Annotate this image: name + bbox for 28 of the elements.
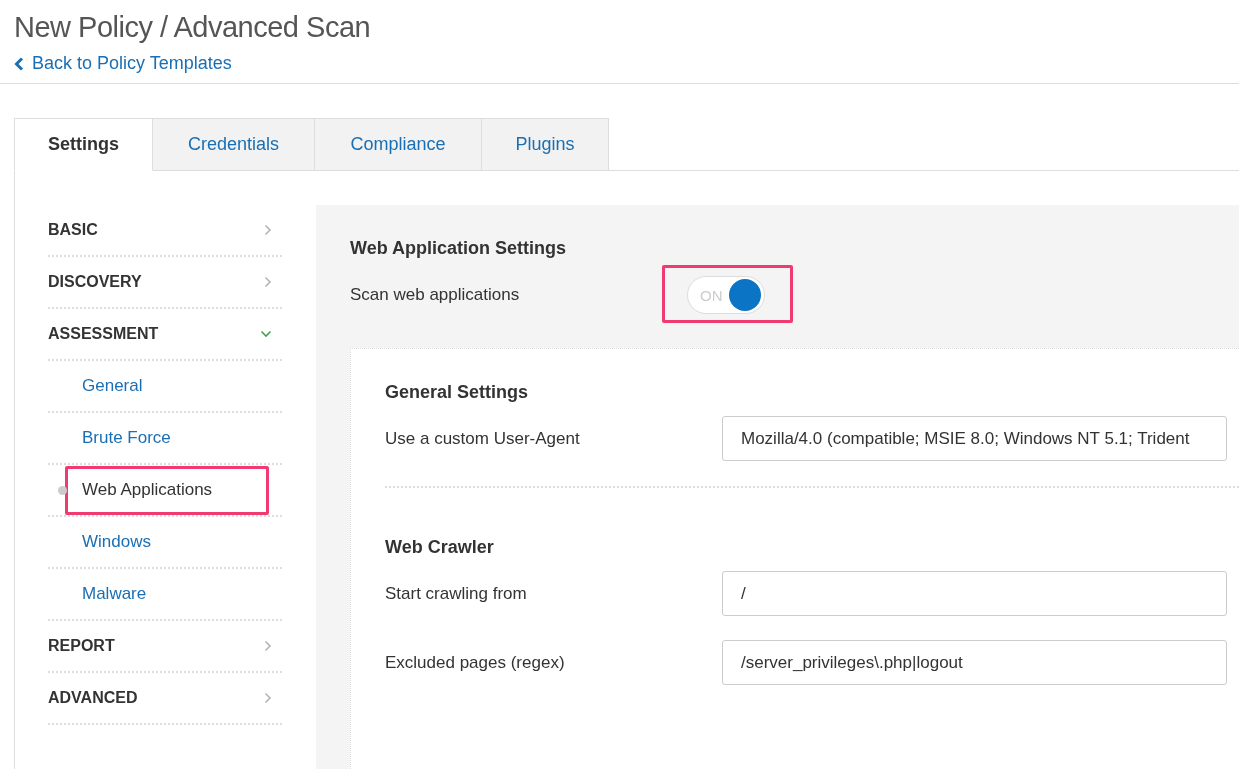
sidebar-section[interactable]: BASIC [48, 205, 282, 257]
sidebar-item[interactable]: Web Applications [65, 465, 269, 515]
tab[interactable]: Compliance [315, 118, 482, 171]
sidebar-item[interactable]: Malware [65, 569, 269, 619]
back-link[interactable]: Back to Policy Templates [14, 53, 232, 74]
sidebar-item[interactable]: Brute Force [65, 413, 269, 463]
sidebar-section[interactable]: ASSESSMENT [48, 309, 282, 361]
section-title: Web Crawler [385, 537, 495, 559]
selection-dot [58, 486, 67, 495]
input-field[interactable]: / [722, 571, 1227, 616]
field-label: Use a custom User-Agent [385, 428, 581, 449]
field-label: Excluded pages (regex) [385, 652, 566, 673]
sidebar-item[interactable]: Windows [65, 517, 269, 567]
sidebar-section[interactable]: DISCOVERY [48, 257, 282, 309]
input-field[interactable]: /server_privileges\.php|logout [722, 640, 1227, 685]
field-label: Start crawling from [385, 583, 528, 604]
sidebar-section[interactable]: REPORT [48, 621, 282, 673]
tab[interactable]: Plugins [482, 118, 609, 171]
sidebar-item[interactable]: General [65, 361, 269, 411]
input-field[interactable]: Mozilla/4.0 (compatible; MSIE 8.0; Windows NT 5.1; Trident [722, 416, 1227, 461]
section-title: General Settings [385, 382, 530, 404]
sidebar-section[interactable]: ADVANCED [48, 673, 282, 725]
toggle-label: Scan web applications [350, 285, 521, 305]
page-title: New Policy / Advanced Scan [14, 10, 371, 44]
chevron-left-icon [14, 56, 24, 71]
tab[interactable]: Settings [14, 118, 153, 171]
tab[interactable]: Credentials [153, 118, 315, 171]
section-title: Web Application Settings [350, 238, 567, 259]
